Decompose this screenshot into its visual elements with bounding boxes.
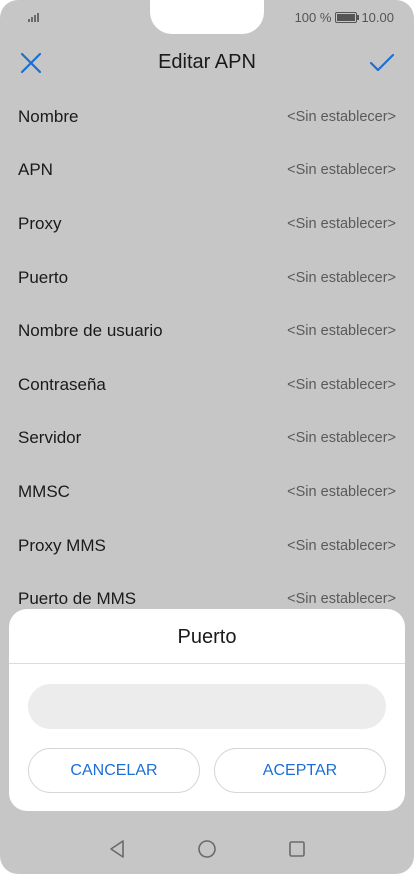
port-input[interactable] — [28, 684, 386, 729]
home-circle-icon[interactable] — [196, 838, 218, 860]
clock: 10.00 — [361, 10, 394, 25]
header: Editar APN — [0, 36, 414, 88]
setting-value: <Sin establecer> — [287, 483, 396, 500]
setting-label: MMSC — [18, 481, 70, 501]
phone-screen: 100 % 10.00 Editar APN Nombre <Sin establ… — [0, 0, 414, 874]
setting-label: Puerto — [18, 267, 69, 287]
setting-value: <Sin establecer> — [287, 162, 396, 179]
setting-row[interactable]: Servidor <Sin establecer> — [0, 412, 414, 466]
setting-label: Puerto de MMS — [18, 589, 137, 609]
battery-percent: 100 % — [294, 10, 332, 25]
setting-row[interactable]: APN <Sin establecer> — [0, 144, 414, 198]
battery-fill — [337, 14, 356, 21]
setting-label: Proxy — [18, 213, 62, 233]
setting-row[interactable]: Puerto <Sin establecer> — [0, 251, 414, 305]
navigation-bar — [0, 824, 414, 874]
recents-square-icon[interactable] — [286, 838, 308, 860]
setting-label: APN — [18, 160, 53, 180]
setting-label: Contraseña — [18, 374, 106, 394]
setting-value: <Sin establecer> — [287, 430, 396, 447]
setting-row[interactable]: MMSC <Sin establecer> — [0, 465, 414, 519]
check-icon[interactable] — [368, 50, 396, 76]
camera-notch — [150, 0, 264, 34]
setting-value: <Sin establecer> — [287, 215, 396, 232]
page-title: Editar APN — [158, 51, 256, 73]
setting-label: Servidor — [18, 428, 82, 448]
setting-label: Nombre — [18, 106, 79, 126]
setting-value: <Sin establecer> — [287, 323, 396, 340]
setting-value: <Sin establecer> — [287, 376, 396, 393]
status-right: 100 % 10.00 — [295, 10, 394, 25]
setting-row[interactable]: Nombre de usuario <Sin establecer> — [0, 304, 414, 358]
setting-value: <Sin establecer> — [287, 591, 396, 608]
port-dialog: Puerto CANCELAR ACEPTAR — [9, 609, 405, 811]
cancel-button[interactable]: CANCELAR — [28, 748, 200, 793]
setting-label: Proxy MMS — [18, 535, 106, 555]
dialog-divider — [9, 663, 405, 664]
setting-row[interactable]: Proxy <Sin establecer> — [0, 197, 414, 251]
setting-value: <Sin establecer> — [287, 537, 396, 554]
setting-value: <Sin establecer> — [287, 108, 396, 125]
status-bar: 100 % 10.00 — [0, 0, 414, 36]
setting-label: Nombre de usuario — [18, 321, 163, 341]
back-triangle-icon[interactable] — [106, 838, 128, 860]
setting-row[interactable]: Contraseña <Sin establecer> — [0, 358, 414, 412]
setting-row[interactable]: Proxy MMS <Sin establecer> — [0, 519, 414, 573]
battery-icon — [335, 12, 360, 23]
dialog-title: Puerto — [177, 626, 237, 648]
accept-button[interactable]: ACEPTAR — [214, 748, 386, 793]
setting-value: <Sin establecer> — [287, 269, 396, 286]
setting-row[interactable]: Nombre <Sin establecer> — [0, 90, 414, 144]
signal-icon — [28, 12, 39, 22]
